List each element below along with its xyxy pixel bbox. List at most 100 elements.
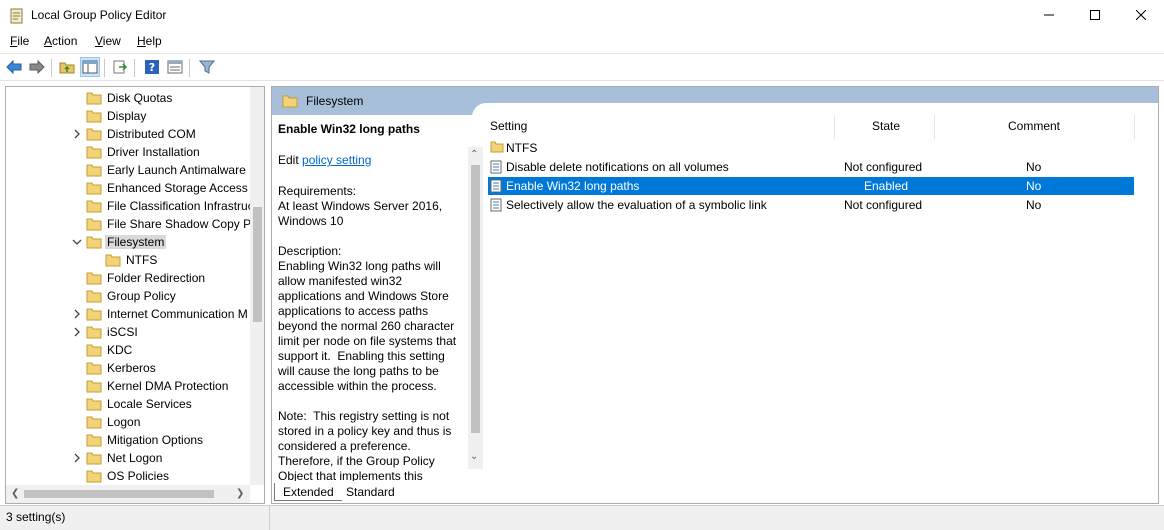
tree-item-label: Net Logon [107,451,163,465]
tree-item-label: File Classification Infrastruc [107,199,250,213]
policy-setting-link[interactable]: policy setting [302,153,371,167]
properties-button[interactable] [165,57,185,77]
chevron-right-icon[interactable] [72,128,82,140]
up-folder-button[interactable] [57,57,77,77]
tree-horizontal-scroll-thumb[interactable] [24,490,214,498]
tree-item[interactable]: Enhanced Storage Access [6,179,250,197]
folder-icon [86,470,102,483]
tab-standard[interactable]: Standard [338,483,403,501]
tree-item-label: Kerberos [107,361,156,375]
close-icon [1136,10,1146,20]
tree-item-label: Distributed COM [107,127,196,141]
minimize-button[interactable] [1026,0,1072,30]
tree-item[interactable]: Logon [6,413,250,431]
tree-item[interactable]: Internet Communication M [6,305,250,323]
tree-item-label: Internet Communication M [107,307,248,321]
setting-row[interactable]: Disable delete notifications on all volu… [488,158,1134,176]
tree-horizontal-scrollbar[interactable]: ❮ ❯ [6,485,250,503]
policy-setting-icon [490,179,502,193]
menu-view[interactable]: View [95,34,121,48]
tree-item-label: Logon [107,415,141,429]
menu-bar: File Action View Help [0,32,1164,52]
column-header-comment[interactable]: Comment [1008,119,1060,133]
details-pane: Filesystem Enable Win32 long paths Edit … [271,86,1159,504]
description-scrollbar[interactable]: ⌃ ⌄ [468,147,483,469]
back-icon [6,60,22,74]
tree-item-label: Enhanced Storage Access [107,181,248,195]
setting-comment: No [1026,198,1042,212]
tree-item[interactable]: Net Logon [6,449,250,467]
filter-icon [199,60,215,74]
setting-row[interactable]: Enable Win32 long paths Enabled No [488,177,1134,195]
edit-prefix: Edit [278,153,303,167]
tree-item[interactable]: Kerberos [6,359,250,377]
scroll-right-icon[interactable]: ❯ [236,488,244,499]
window-title: Local Group Policy Editor [31,8,167,22]
chevron-right-icon[interactable] [72,308,82,320]
setting-row[interactable]: Selectively allow the evaluation of a sy… [488,196,1134,214]
scroll-down-icon[interactable]: ⌄ [470,451,478,462]
tab-extended[interactable]: Extended [274,483,342,501]
filter-button[interactable] [197,57,217,77]
column-header-setting[interactable]: Setting [490,119,527,133]
tree-item[interactable]: Filesystem [6,233,250,251]
close-button[interactable] [1118,0,1164,30]
tree-item[interactable]: KDC [6,341,250,359]
tree-item[interactable]: Display [6,107,250,125]
column-header-state[interactable]: State [872,119,900,133]
back-button[interactable] [4,57,24,77]
tree-item[interactable]: OS Policies [6,467,250,485]
policy-description: Enable Win32 long paths Edit policy sett… [272,115,468,481]
menu-action[interactable]: Action [44,34,77,48]
tree-item[interactable]: Early Launch Antimalware [6,161,250,179]
tree-item[interactable]: iSCSI [6,323,250,341]
folder-icon [86,200,102,213]
folder-row-ntfs[interactable]: NTFS [488,139,1134,157]
scroll-left-icon[interactable]: ❮ [11,488,19,499]
tree-item[interactable]: File Classification Infrastruc [6,197,250,215]
tree-item-label: Disk Quotas [107,91,173,105]
tree-item[interactable]: Folder Redirection [6,269,250,287]
maximize-button[interactable] [1072,0,1118,30]
tree-vertical-scrollbar[interactable] [250,87,264,485]
status-bar: 3 setting(s) [0,505,1164,530]
scroll-up-icon[interactable]: ⌃ [470,149,478,160]
folder-icon [86,146,102,159]
tree-item-label: iSCSI [107,325,138,339]
chevron-down-icon[interactable] [72,236,82,248]
folder-icon [105,254,121,267]
tree-item[interactable]: File Share Shadow Copy Pr [6,215,250,233]
menu-file[interactable]: File [10,34,29,48]
tree-item[interactable]: Group Policy [6,287,250,305]
chevron-right-icon[interactable] [72,326,82,338]
tree-item-label: Locale Services [107,397,192,411]
tree-item[interactable]: Driver Installation [6,143,250,161]
up-folder-icon [59,62,75,74]
tree-item[interactable]: Kernel DMA Protection [6,377,250,395]
forward-icon [29,60,45,74]
export-list-icon [113,60,128,74]
tree-item[interactable]: Locale Services [6,395,250,413]
description-scroll-thumb[interactable] [471,165,480,433]
show-hide-tree-button[interactable] [80,57,100,77]
forward-button[interactable] [27,57,47,77]
view-tabs: Extended Standard [272,483,572,503]
folder-icon [86,218,102,231]
tree-item[interactable]: Distributed COM [6,125,250,143]
tree-item-label: Driver Installation [107,145,200,159]
tree-item-label: Filesystem [105,235,167,249]
tree-item[interactable]: Disk Quotas [6,89,250,107]
tree-list: Disk Quotas Display Distributed COM Driver … [6,87,250,485]
policy-setting-icon [490,160,502,174]
tree-item[interactable]: Mitigation Options [6,431,250,449]
svg-text:?: ? [149,61,155,74]
menu-help[interactable]: Help [137,34,162,48]
help-button[interactable]: ? [142,57,162,77]
help-icon: ? [145,60,159,74]
details-header-title: Filesystem [306,94,364,108]
tree-item[interactable]: NTFS [6,251,250,269]
folder-icon [86,92,102,105]
chevron-right-icon[interactable] [72,452,82,464]
export-list-button[interactable] [110,57,130,77]
tree-vertical-scroll-thumb[interactable] [253,207,262,322]
